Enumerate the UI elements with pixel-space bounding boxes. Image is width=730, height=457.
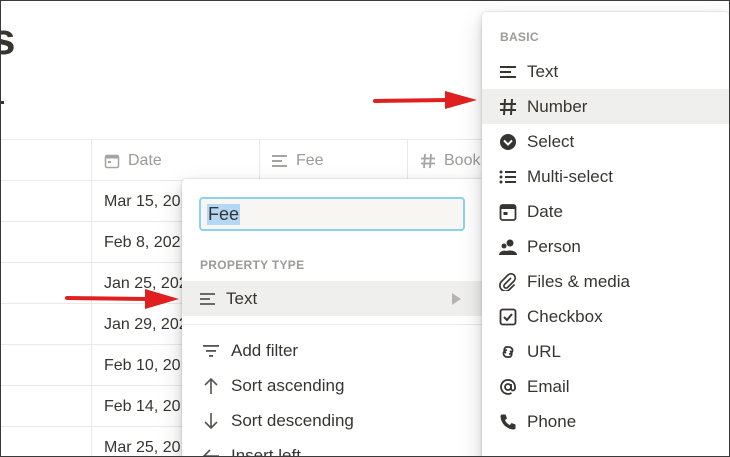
app-frame: s Date Fee [0,0,730,457]
sort-descending-item[interactable]: Sort descending [182,403,487,438]
add-filter-item[interactable]: Add filter [182,333,487,368]
menu-item-label: Sort descending [231,410,354,430]
type-option-label: Files & media [527,271,630,291]
filter-icon [203,344,219,357]
list-icon [499,170,516,183]
type-option-label: Text [527,61,559,81]
type-option-label: Phone [527,411,577,431]
arrow-down-icon [204,412,218,429]
property-name-input[interactable]: Fee [199,197,465,231]
arrow-up-icon [204,377,218,394]
annotation-arrow-number [373,91,477,109]
calendar-icon [499,203,517,221]
paperclip-icon [499,272,517,291]
property-name-value: Fee [207,203,241,225]
type-option-select[interactable]: Select [482,124,729,159]
column-header-label: Fee [296,152,324,169]
type-option-number[interactable]: Number [482,89,729,124]
type-option-checkbox[interactable]: Checkbox [482,299,729,334]
annotation-arrow-property-type [65,289,179,309]
type-option-label: URL [527,341,562,361]
property-type-selector[interactable]: Text [182,281,487,316]
text-lines-icon [272,155,287,167]
text-lines-icon [500,65,516,78]
chevron-right-icon [452,293,461,305]
type-option-label: Email [527,376,570,396]
type-option-person[interactable]: Person [482,229,729,264]
menu-item-label: Add filter [231,340,299,360]
type-option-label: Number [527,96,588,116]
menu-item-label: Insert left [231,445,301,457]
type-option-phone[interactable]: Phone [482,404,729,439]
menu-divider [182,324,487,325]
type-option-date[interactable]: Date [482,194,729,229]
person-icon [499,239,517,255]
type-option-url[interactable]: URL [482,334,729,369]
calendar-icon [104,154,120,169]
type-option-text[interactable]: Text [482,54,729,89]
arrow-left-icon [202,448,219,456]
title-fragment-mark [1,101,4,104]
sort-ascending-item[interactable]: Sort ascending [182,368,487,403]
type-option-label: Multi-select [527,166,613,186]
link-icon [502,345,514,358]
type-option-files-media[interactable]: Files & media [482,264,729,299]
property-type-menu: BASIC Text Number Select Multi-select Da… [482,12,729,456]
hash-icon [421,153,435,169]
type-option-email[interactable]: Email [482,369,729,404]
hash-icon [500,98,516,115]
checkbox-icon [499,308,517,325]
type-option-label: Person [527,236,581,256]
phone-icon [500,414,516,429]
column-header-fee[interactable]: Fee [259,140,407,182]
type-option-label: Date [527,201,563,221]
property-menu: Fee PROPERTY TYPE Text Add filter Sort a… [182,179,487,457]
type-option-label: Checkbox [527,306,603,326]
type-option-label: Select [527,131,575,151]
page-title: s [1,15,15,65]
at-icon [500,378,516,395]
column-header-label: Date [128,152,162,169]
property-type-label: PROPERTY TYPE [200,258,305,272]
select-circle-icon [500,133,516,150]
column-header-date[interactable]: Date [91,140,259,182]
column-header-label: Book [444,152,481,169]
text-lines-icon [200,292,215,305]
basic-section-label: BASIC [500,30,539,44]
insert-left-item[interactable]: Insert left [182,438,487,457]
current-type-label: Text [226,288,258,308]
type-option-multi-select[interactable]: Multi-select [482,159,729,194]
menu-item-label: Sort ascending [231,375,345,395]
